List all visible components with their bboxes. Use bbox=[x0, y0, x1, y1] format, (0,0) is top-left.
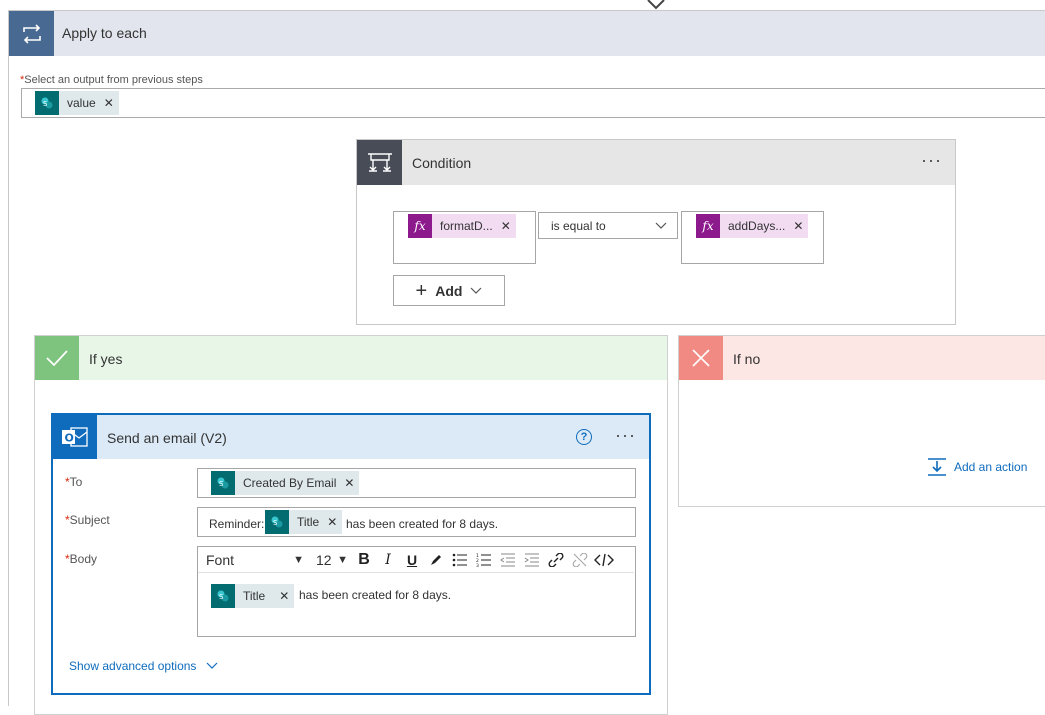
add-an-action-label: Add an action bbox=[954, 460, 1028, 474]
expression-icon: fx bbox=[408, 214, 432, 238]
operator-value: is equal to bbox=[551, 219, 606, 233]
remove-token-icon[interactable]: ✕ bbox=[344, 476, 354, 490]
font-family-value: Font bbox=[206, 551, 235, 568]
outlook-icon: O bbox=[53, 415, 97, 459]
select-output-field[interactable]: S value ✕ bbox=[21, 88, 1045, 118]
body-toolbar: Font ▼ 12 ▼ B I U 123 bbox=[198, 547, 634, 573]
send-email-header[interactable]: O Send an email (V2) ? ··· bbox=[53, 415, 649, 459]
remove-token-icon[interactable]: ✕ bbox=[793, 219, 803, 233]
body-label-text: Body bbox=[69, 552, 98, 566]
body-title-token[interactable]: S Title ✕ bbox=[211, 584, 295, 608]
body-text: has been created for 8 days. bbox=[299, 588, 452, 602]
formatdate-token-label: formatD... bbox=[440, 219, 493, 233]
send-email-title: Send an email (V2) bbox=[107, 430, 227, 446]
condition-card: Condition ··· fx formatD... ✕ is equal t… bbox=[356, 139, 956, 325]
subject-suffix: has been created for 8 days. bbox=[346, 517, 499, 531]
plus-icon: + bbox=[415, 279, 428, 302]
body-label: *Body bbox=[65, 552, 98, 566]
send-email-card: O Send an email (V2) ? ··· *To S Created… bbox=[51, 413, 651, 695]
sharepoint-icon: S bbox=[211, 584, 235, 608]
remove-token-icon[interactable]: ✕ bbox=[501, 219, 511, 233]
to-label: *To bbox=[65, 475, 83, 489]
condition-header[interactable]: Condition ··· bbox=[357, 140, 955, 185]
italic-icon[interactable]: I bbox=[376, 550, 400, 570]
formatdate-token[interactable]: fx formatD... ✕ bbox=[408, 214, 516, 238]
svg-text:S: S bbox=[219, 480, 224, 488]
condition-right-operand[interactable]: fx addDays... ✕ bbox=[681, 211, 824, 264]
svg-text:S: S bbox=[219, 593, 224, 601]
created-by-email-label: Created By Email bbox=[243, 476, 337, 490]
decrease-indent-icon[interactable] bbox=[496, 550, 520, 570]
body-editor[interactable]: Font ▼ 12 ▼ B I U 123 S Title ✕ has been… bbox=[197, 546, 636, 637]
subject-title-token[interactable]: S Title ✕ bbox=[265, 510, 343, 534]
sharepoint-icon: S bbox=[35, 91, 59, 115]
add-action-icon bbox=[928, 458, 946, 476]
select-output-label-text: Select an output from previous steps bbox=[24, 74, 203, 86]
chevron-down-icon bbox=[207, 662, 218, 669]
loop-icon bbox=[9, 11, 54, 56]
if-yes-title: If yes bbox=[89, 351, 123, 367]
more-options-icon[interactable]: ··· bbox=[615, 425, 636, 446]
adddays-token-label: addDays... bbox=[728, 219, 786, 233]
add-condition-button[interactable]: + Add bbox=[393, 275, 505, 306]
show-advanced-options-link[interactable]: Show advanced options bbox=[69, 659, 218, 673]
created-by-email-token[interactable]: S Created By Email ✕ bbox=[211, 471, 360, 495]
condition-title: Condition bbox=[412, 155, 472, 171]
expression-icon: fx bbox=[696, 214, 720, 238]
value-token-label: value bbox=[67, 96, 96, 110]
if-no-title: If no bbox=[733, 351, 761, 367]
unlink-icon[interactable] bbox=[568, 550, 592, 570]
value-token[interactable]: S value ✕ bbox=[35, 91, 119, 115]
underline-icon[interactable]: U bbox=[400, 550, 424, 570]
remove-token-icon[interactable]: ✕ bbox=[279, 589, 289, 603]
subject-title-label: Title bbox=[297, 515, 320, 529]
bullet-list-icon[interactable] bbox=[448, 550, 472, 570]
caret-down-icon: ▼ bbox=[337, 553, 348, 566]
if-no-header[interactable]: If no bbox=[679, 336, 1045, 380]
remove-token-icon[interactable]: ✕ bbox=[327, 515, 337, 529]
adddays-token[interactable]: fx addDays... ✕ bbox=[696, 214, 809, 238]
highlight-icon[interactable] bbox=[424, 550, 448, 570]
condition-left-operand[interactable]: fx formatD... ✕ bbox=[393, 211, 536, 264]
apply-to-each-header[interactable]: Apply to each bbox=[9, 11, 1045, 56]
sharepoint-icon: S bbox=[265, 510, 289, 534]
increase-indent-icon[interactable] bbox=[520, 550, 544, 570]
to-label-text: To bbox=[69, 475, 83, 489]
help-icon[interactable]: ? bbox=[576, 429, 592, 445]
remove-token-icon[interactable]: ✕ bbox=[104, 96, 114, 110]
to-field[interactable]: S Created By Email ✕ bbox=[197, 468, 636, 498]
font-family-dropdown[interactable]: Font ▼ bbox=[202, 550, 308, 570]
close-icon bbox=[679, 336, 723, 380]
chevron-down-icon bbox=[471, 287, 482, 294]
bold-icon[interactable]: B bbox=[352, 550, 376, 570]
condition-icon bbox=[357, 140, 402, 185]
check-icon bbox=[35, 336, 79, 380]
if-no-branch: If no Add an action bbox=[678, 335, 1045, 507]
link-icon[interactable] bbox=[544, 550, 568, 570]
svg-text:3: 3 bbox=[476, 563, 479, 567]
show-advanced-label: Show advanced options bbox=[69, 659, 197, 673]
add-an-action-button[interactable]: Add an action bbox=[927, 457, 1027, 477]
apply-to-each-title: Apply to each bbox=[62, 25, 147, 41]
operator-dropdown[interactable]: is equal to bbox=[538, 212, 678, 239]
numbered-list-icon[interactable]: 123 bbox=[472, 550, 496, 570]
subject-label-text: Subject bbox=[69, 513, 110, 527]
more-options-icon[interactable]: ··· bbox=[921, 150, 942, 171]
add-label: Add bbox=[435, 282, 463, 299]
font-size-value: 12 bbox=[316, 551, 332, 568]
subject-field[interactable]: Reminder: S Title ✕ has been created for… bbox=[197, 507, 636, 537]
subject-label: *Subject bbox=[65, 513, 110, 527]
caret-down-icon: ▼ bbox=[293, 553, 304, 566]
font-size-dropdown[interactable]: 12 ▼ bbox=[312, 550, 352, 570]
svg-text:S: S bbox=[273, 519, 278, 527]
select-output-label: *Select an output from previous steps bbox=[20, 74, 203, 86]
sharepoint-icon: S bbox=[211, 471, 235, 495]
chevron-down-icon bbox=[655, 222, 667, 229]
body-title-label: Title bbox=[243, 589, 266, 603]
code-view-icon[interactable] bbox=[592, 550, 616, 570]
svg-text:S: S bbox=[43, 100, 48, 108]
svg-text:O: O bbox=[65, 432, 74, 445]
if-yes-header[interactable]: If yes bbox=[35, 336, 667, 380]
subject-prefix: Reminder: bbox=[209, 517, 265, 531]
